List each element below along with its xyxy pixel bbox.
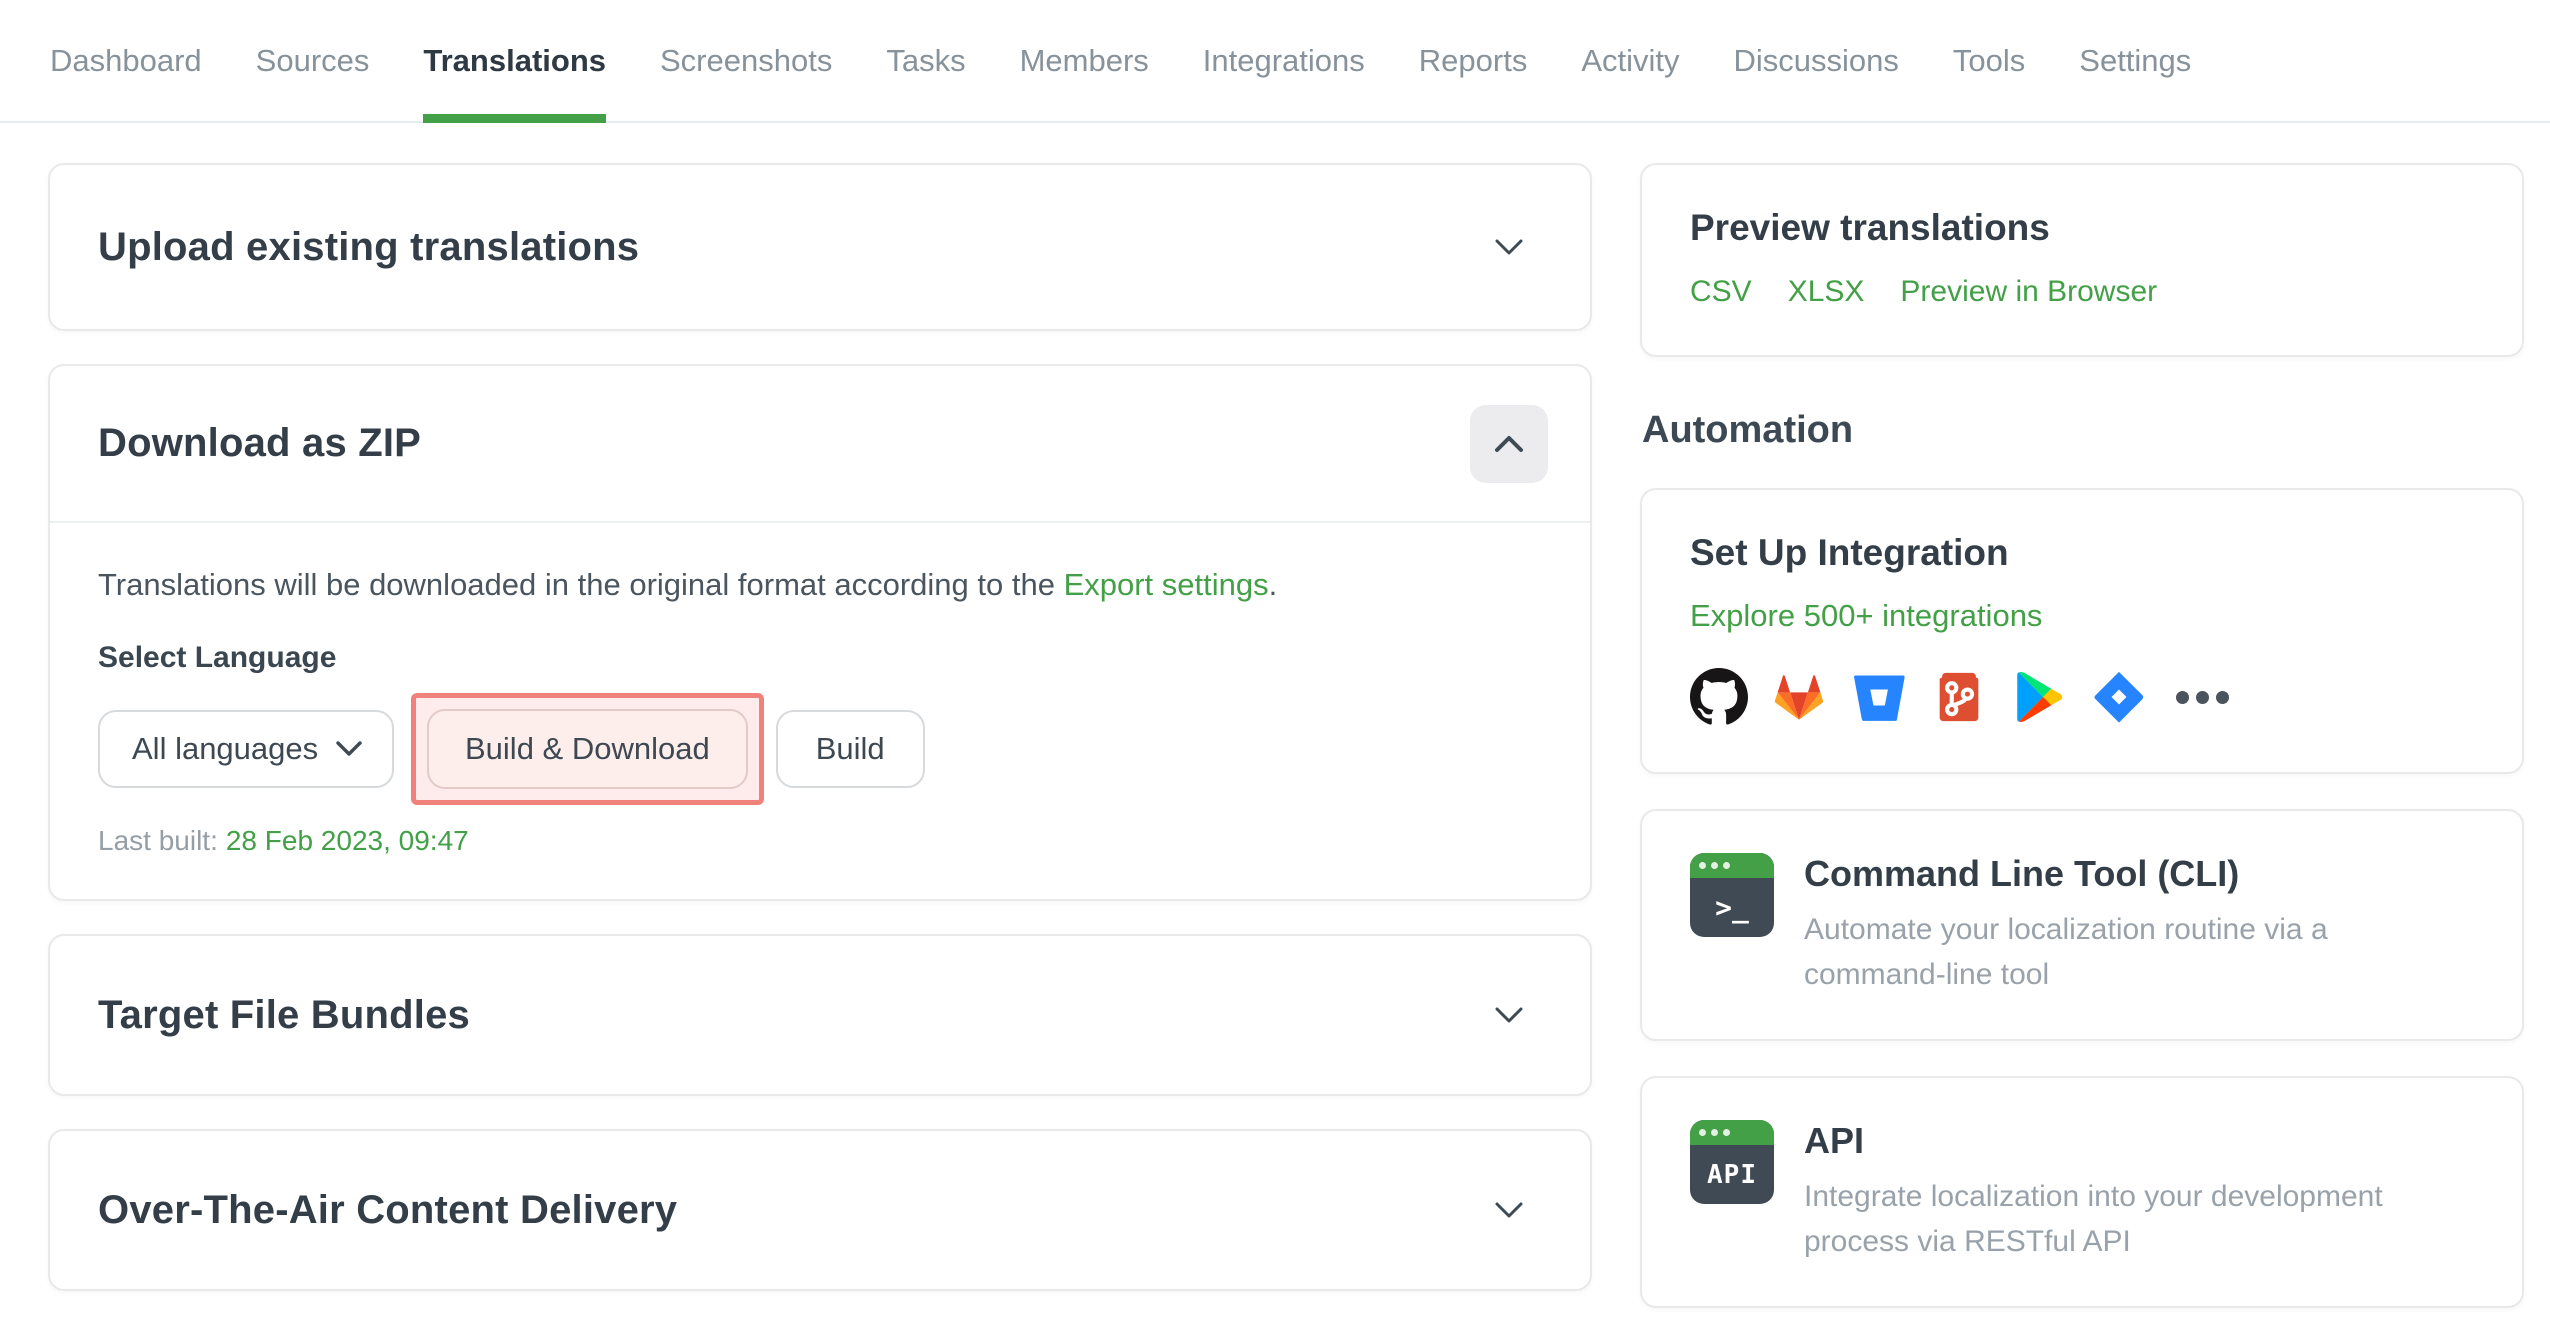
tab-members[interactable]: Members (1020, 0, 1149, 121)
language-select[interactable]: All languages (98, 710, 394, 788)
more-integrations-icon[interactable] (2176, 690, 2229, 704)
download-zip-panel: Download as ZIP Translations will be dow… (48, 364, 1592, 901)
target-file-bundles-title: Target File Bundles (98, 992, 471, 1037)
setup-integration-title: Set Up Integration (1690, 532, 2009, 573)
gitlab-icon[interactable] (1770, 668, 1828, 726)
explore-integrations-link[interactable]: Explore 500+ integrations (1690, 598, 2042, 634)
project-tabs: Dashboard Sources Translations Screensho… (0, 0, 2550, 123)
chevron-down-icon (336, 741, 362, 757)
preview-translations-title: Preview translations (1690, 207, 2050, 248)
tab-activity[interactable]: Activity (1581, 0, 1679, 121)
collapse-button[interactable] (1470, 404, 1548, 483)
build-download-highlight: Build & Download (411, 693, 764, 805)
api-description: Integrate localization into your develop… (1804, 1180, 2383, 1258)
csv-link[interactable]: CSV (1690, 275, 1752, 309)
github-icon[interactable] (1690, 668, 1748, 726)
cli-card[interactable]: >_ Command Line Tool (CLI) Automate your… (1640, 809, 2524, 1041)
tab-sources[interactable]: Sources (256, 0, 370, 121)
api-icon-dots (1690, 1120, 1774, 1145)
automation-heading: Automation (1642, 409, 1854, 451)
terminal-icon-dots (1690, 853, 1774, 878)
terminal-icon: >_ (1690, 853, 1774, 937)
preview-translations-card: Preview translations CSV XLSX Preview in… (1640, 163, 2524, 357)
tab-settings[interactable]: Settings (2079, 0, 2191, 121)
cli-title: Command Line Tool (CLI) (1804, 853, 2240, 894)
language-select-value: All languages (132, 731, 319, 766)
setup-integration-card: Set Up Integration Explore 500+ integrat… (1640, 488, 2524, 774)
api-card[interactable]: API API Integrate localization into your… (1640, 1076, 2524, 1308)
download-description: Translations will be downloaded in the o… (98, 567, 1542, 603)
ota-content-delivery-panel[interactable]: Over-The-Air Content Delivery (48, 1129, 1592, 1291)
description-period: . (1268, 567, 1278, 602)
bitbucket-icon[interactable] (1850, 668, 1908, 726)
api-title: API (1804, 1120, 1865, 1161)
select-language-label: Select Language (98, 641, 337, 674)
tab-screenshots[interactable]: Screenshots (660, 0, 832, 121)
target-file-bundles-panel[interactable]: Target File Bundles (48, 934, 1592, 1096)
chevron-down-icon[interactable] (1494, 238, 1524, 256)
download-zip-header: Download as ZIP (50, 366, 1590, 521)
upload-translations-panel[interactable]: Upload existing translations (48, 163, 1592, 331)
last-built-status: Last built: 28 Feb 2023, 09:47 (98, 825, 1542, 857)
api-icon-label: API (1707, 1159, 1757, 1190)
tab-tools[interactable]: Tools (1953, 0, 2025, 121)
upload-panel-title: Upload existing translations (98, 224, 640, 269)
download-zip-title: Download as ZIP (98, 421, 422, 465)
jira-icon[interactable] (2090, 668, 2148, 726)
preview-in-browser-link[interactable]: Preview in Browser (1900, 275, 2157, 309)
build-download-button[interactable]: Build & Download (427, 709, 748, 789)
api-icon: API (1690, 1120, 1774, 1204)
last-built-label: Last built: (98, 825, 218, 856)
translations-main-column: Upload existing translations Download as… (48, 163, 1592, 1291)
sidebar: Preview translations CSV XLSX Preview in… (1640, 163, 2524, 1308)
tab-translations[interactable]: Translations (423, 0, 606, 123)
chevron-down-icon[interactable] (1494, 1201, 1524, 1219)
google-play-icon[interactable] (2010, 668, 2068, 726)
ota-content-delivery-title: Over-The-Air Content Delivery (98, 1187, 678, 1232)
description-text: Translations will be downloaded in the o… (98, 567, 1064, 602)
tab-tasks[interactable]: Tasks (886, 0, 965, 121)
chevron-up-icon (1494, 435, 1524, 453)
chevron-down-icon[interactable] (1494, 1006, 1524, 1024)
xlsx-link[interactable]: XLSX (1788, 275, 1865, 309)
cli-description: Automate your localization routine via a… (1804, 913, 2328, 991)
tab-dashboard[interactable]: Dashboard (50, 0, 202, 121)
tab-discussions[interactable]: Discussions (1734, 0, 1899, 121)
tab-integrations[interactable]: Integrations (1203, 0, 1365, 121)
last-built-link[interactable]: 28 Feb 2023, 09:47 (226, 825, 469, 856)
tab-reports[interactable]: Reports (1419, 0, 1528, 121)
export-settings-link[interactable]: Export settings (1064, 567, 1269, 602)
build-button[interactable]: Build (775, 710, 925, 788)
git-icon[interactable] (1930, 668, 1988, 726)
terminal-prompt: >_ (1715, 891, 1749, 924)
